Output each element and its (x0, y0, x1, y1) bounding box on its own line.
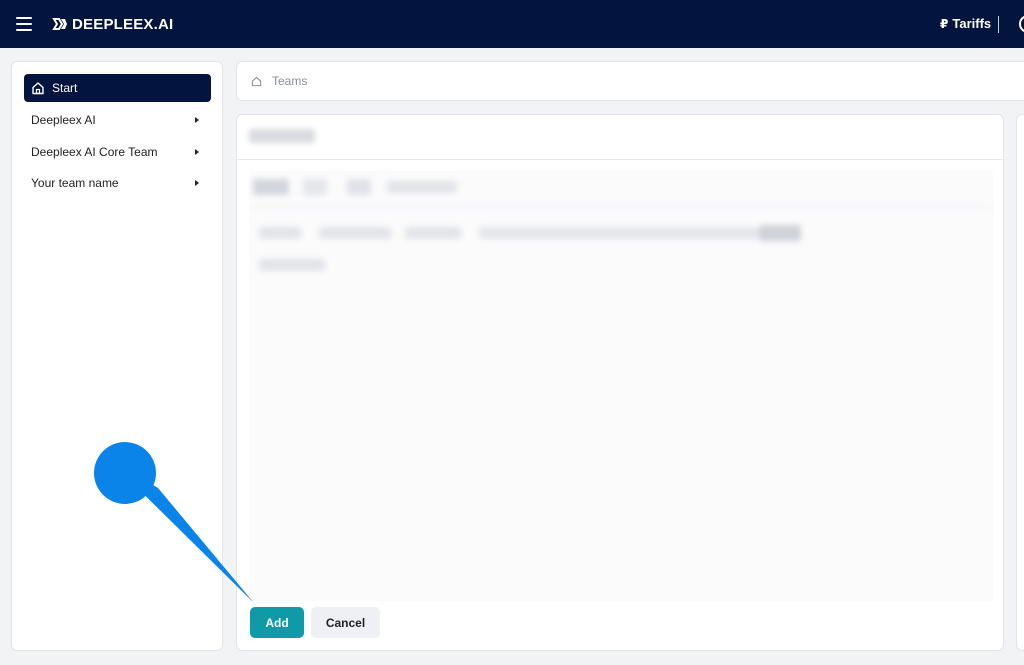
breadcrumb-teams[interactable]: Teams (272, 74, 307, 88)
sidebar-item-your-team[interactable]: Your team name (24, 169, 211, 197)
sidebar-item-label: Deepleex AI (31, 113, 96, 127)
user-avatar[interactable] (1019, 15, 1024, 33)
add-button[interactable]: Add (250, 607, 304, 638)
ruble-icon: ₽ (940, 16, 949, 31)
sidebar-item-deepleex-ai[interactable]: Deepleex AI (24, 106, 211, 134)
sidebar-item-core-team[interactable]: Deepleex AI Core Team (24, 138, 211, 166)
chevron-right-icon (195, 149, 199, 155)
tariffs-link[interactable]: ₽ Tariffs (940, 16, 991, 31)
home-icon (32, 82, 44, 95)
top-bar: DEEPLEEX.AI ₽ Tariffs (0, 0, 1024, 48)
sidebar-item-label: Deepleex AI Core Team (31, 145, 158, 159)
breadcrumb: Teams (236, 61, 1024, 101)
side-panel-edge (1016, 114, 1024, 651)
sidebar: Start Deepleex AI Deepleex AI Core Team … (11, 61, 223, 651)
menu-icon[interactable] (16, 17, 32, 31)
team-form-card (236, 114, 1004, 651)
chevron-right-icon (195, 180, 199, 186)
cancel-button[interactable]: Cancel (311, 607, 380, 638)
blurred-toolbar (237, 165, 1003, 295)
sidebar-item-label: Your team name (31, 176, 119, 190)
sidebar-item-label: Start (52, 81, 78, 95)
card-header-divider (237, 159, 1003, 160)
header-divider (998, 16, 999, 33)
sidebar-item-start[interactable]: Start (24, 74, 211, 102)
blurred-card-title (237, 115, 1003, 159)
logo-text: DEEPLEEX.AI (72, 15, 174, 33)
chevron-right-icon (195, 117, 199, 123)
tariffs-label: Tariffs (952, 16, 992, 31)
home-icon[interactable] (251, 76, 262, 87)
logo-icon (52, 18, 67, 30)
app-logo[interactable]: DEEPLEEX.AI (52, 14, 173, 34)
